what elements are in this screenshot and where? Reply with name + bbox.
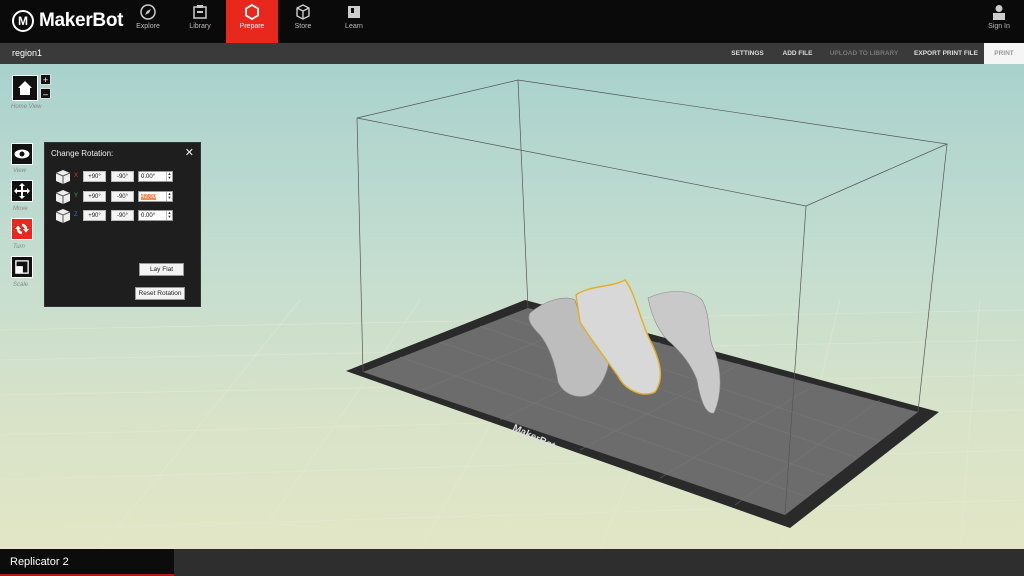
lay-flat-button[interactable]: Lay Flat — [139, 263, 184, 276]
eye-icon — [14, 149, 30, 159]
move-arrows-icon — [14, 183, 30, 199]
view-tool-button[interactable] — [11, 143, 33, 165]
close-icon[interactable]: ✕ — [185, 146, 194, 159]
library-icon — [193, 5, 207, 19]
zoom-out-button[interactable]: – — [40, 88, 51, 99]
rotation-y-value: 42.00 — [141, 194, 157, 200]
axis-z-label: Z — [74, 212, 78, 218]
scale-icon — [15, 260, 29, 274]
move-tool-button[interactable] — [11, 180, 33, 202]
settings-button[interactable]: SETTINGS — [725, 43, 770, 64]
move-tool-label: Move — [13, 206, 28, 212]
tab-library[interactable]: Library — [174, 0, 226, 43]
sign-in-label: Sign In — [988, 23, 1010, 30]
rotate-x-minus-button[interactable]: -90° — [111, 171, 134, 182]
turn-tool-button[interactable] — [11, 218, 33, 240]
turn-tool-label: Turn — [13, 244, 25, 250]
store-cube-icon — [296, 4, 310, 20]
home-view-label: Home View — [11, 104, 42, 110]
spinner-icon[interactable]: ▲ ▼ — [166, 172, 172, 181]
rotate-z-minus-button[interactable]: -90° — [111, 210, 134, 221]
compass-icon — [140, 4, 156, 20]
scale-tool-button[interactable] — [11, 256, 33, 278]
axis-y-label: Y — [74, 193, 79, 199]
learn-icon — [348, 6, 360, 18]
tab-learn[interactable]: Learn — [328, 0, 380, 43]
sign-in-button[interactable]: Sign In — [986, 4, 1012, 40]
user-icon — [993, 5, 1005, 20]
tab-explore-label: Explore — [136, 23, 160, 30]
view-tool-label: View — [13, 168, 26, 174]
tab-learn-label: Learn — [345, 23, 363, 30]
tab-explore[interactable]: Explore — [122, 0, 174, 43]
tab-library-label: Library — [189, 23, 211, 30]
rotate-x-plus-button[interactable]: +90° — [83, 171, 106, 182]
rotation-x-value: 0.00° — [141, 174, 156, 180]
rotation-row-z: Z +90° -90° 0.00° ▲ ▼ — [55, 209, 195, 224]
change-rotation-panel: Change Rotation: ✕ X +90° -90° 0.00° ▲ ▼ Y… — [44, 142, 201, 307]
rotation-x-input[interactable]: 0.00° ▲ ▼ — [138, 171, 173, 182]
scale-tool-label: Scale — [13, 282, 29, 288]
upload-to-library-button[interactable]: UPLOAD TO LIBRARY — [826, 43, 902, 64]
spinner-icon[interactable]: ▲ ▼ — [166, 192, 172, 201]
cube-x-icon — [55, 170, 71, 184]
cube-z-icon — [55, 209, 71, 223]
rotation-row-x: X +90° -90° 0.00° ▲ ▼ — [55, 170, 195, 185]
makerbot-logo-icon: M — [12, 10, 34, 32]
home-icon — [18, 81, 32, 95]
axis-x-label: X — [74, 173, 79, 179]
tab-prepare-label: Prepare — [239, 23, 265, 30]
file-name: region1 — [12, 48, 43, 58]
zoom-in-button[interactable]: + — [40, 74, 51, 85]
rotation-y-input[interactable]: 42.00 ▲ ▼ — [138, 191, 173, 202]
rotate-y-minus-button[interactable]: -90° — [111, 191, 134, 202]
tab-store-label: Store — [294, 23, 312, 30]
rotation-row-y: Y +90° -90° 42.00 ▲ ▼ — [55, 190, 195, 205]
prepare-cube-icon — [245, 4, 259, 20]
top-nav: M MakerBot Explore Library Prepare Store… — [0, 0, 1024, 43]
file-action-bar: region1 SETTINGS ADD FILE UPLOAD TO LIBR… — [0, 43, 1024, 64]
rotate-y-plus-button[interactable]: +90° — [83, 191, 106, 202]
add-file-button[interactable]: ADD FILE — [776, 43, 819, 64]
makerbot-logo[interactable]: M MakerBot — [12, 9, 123, 33]
reset-rotation-button[interactable]: Reset Rotation — [135, 287, 185, 300]
export-print-file-button[interactable]: EXPORT PRINT FILE — [910, 43, 982, 64]
printer-selector[interactable]: Replicator 2 — [0, 549, 174, 576]
rotation-z-value: 0.00° — [141, 213, 156, 219]
home-view-button[interactable] — [12, 75, 38, 101]
status-bar: Replicator 2 — [0, 549, 1024, 576]
tab-prepare[interactable]: Prepare — [226, 0, 278, 43]
tab-store[interactable]: Store — [277, 0, 329, 43]
print-button[interactable]: PRINT — [984, 43, 1024, 64]
rotate-icon — [15, 223, 29, 235]
cube-y-icon — [55, 190, 71, 204]
brand-name: MakerBot — [39, 10, 124, 31]
rotation-z-input[interactable]: 0.00° ▲ ▼ — [138, 210, 173, 221]
panel-title: Change Rotation: — [51, 149, 114, 158]
rotate-z-plus-button[interactable]: +90° — [83, 210, 106, 221]
3d-viewport[interactable]: MakerBot + – Home View View Move Turn Sc… — [0, 64, 1024, 549]
spinner-icon[interactable]: ▲ ▼ — [166, 211, 172, 220]
